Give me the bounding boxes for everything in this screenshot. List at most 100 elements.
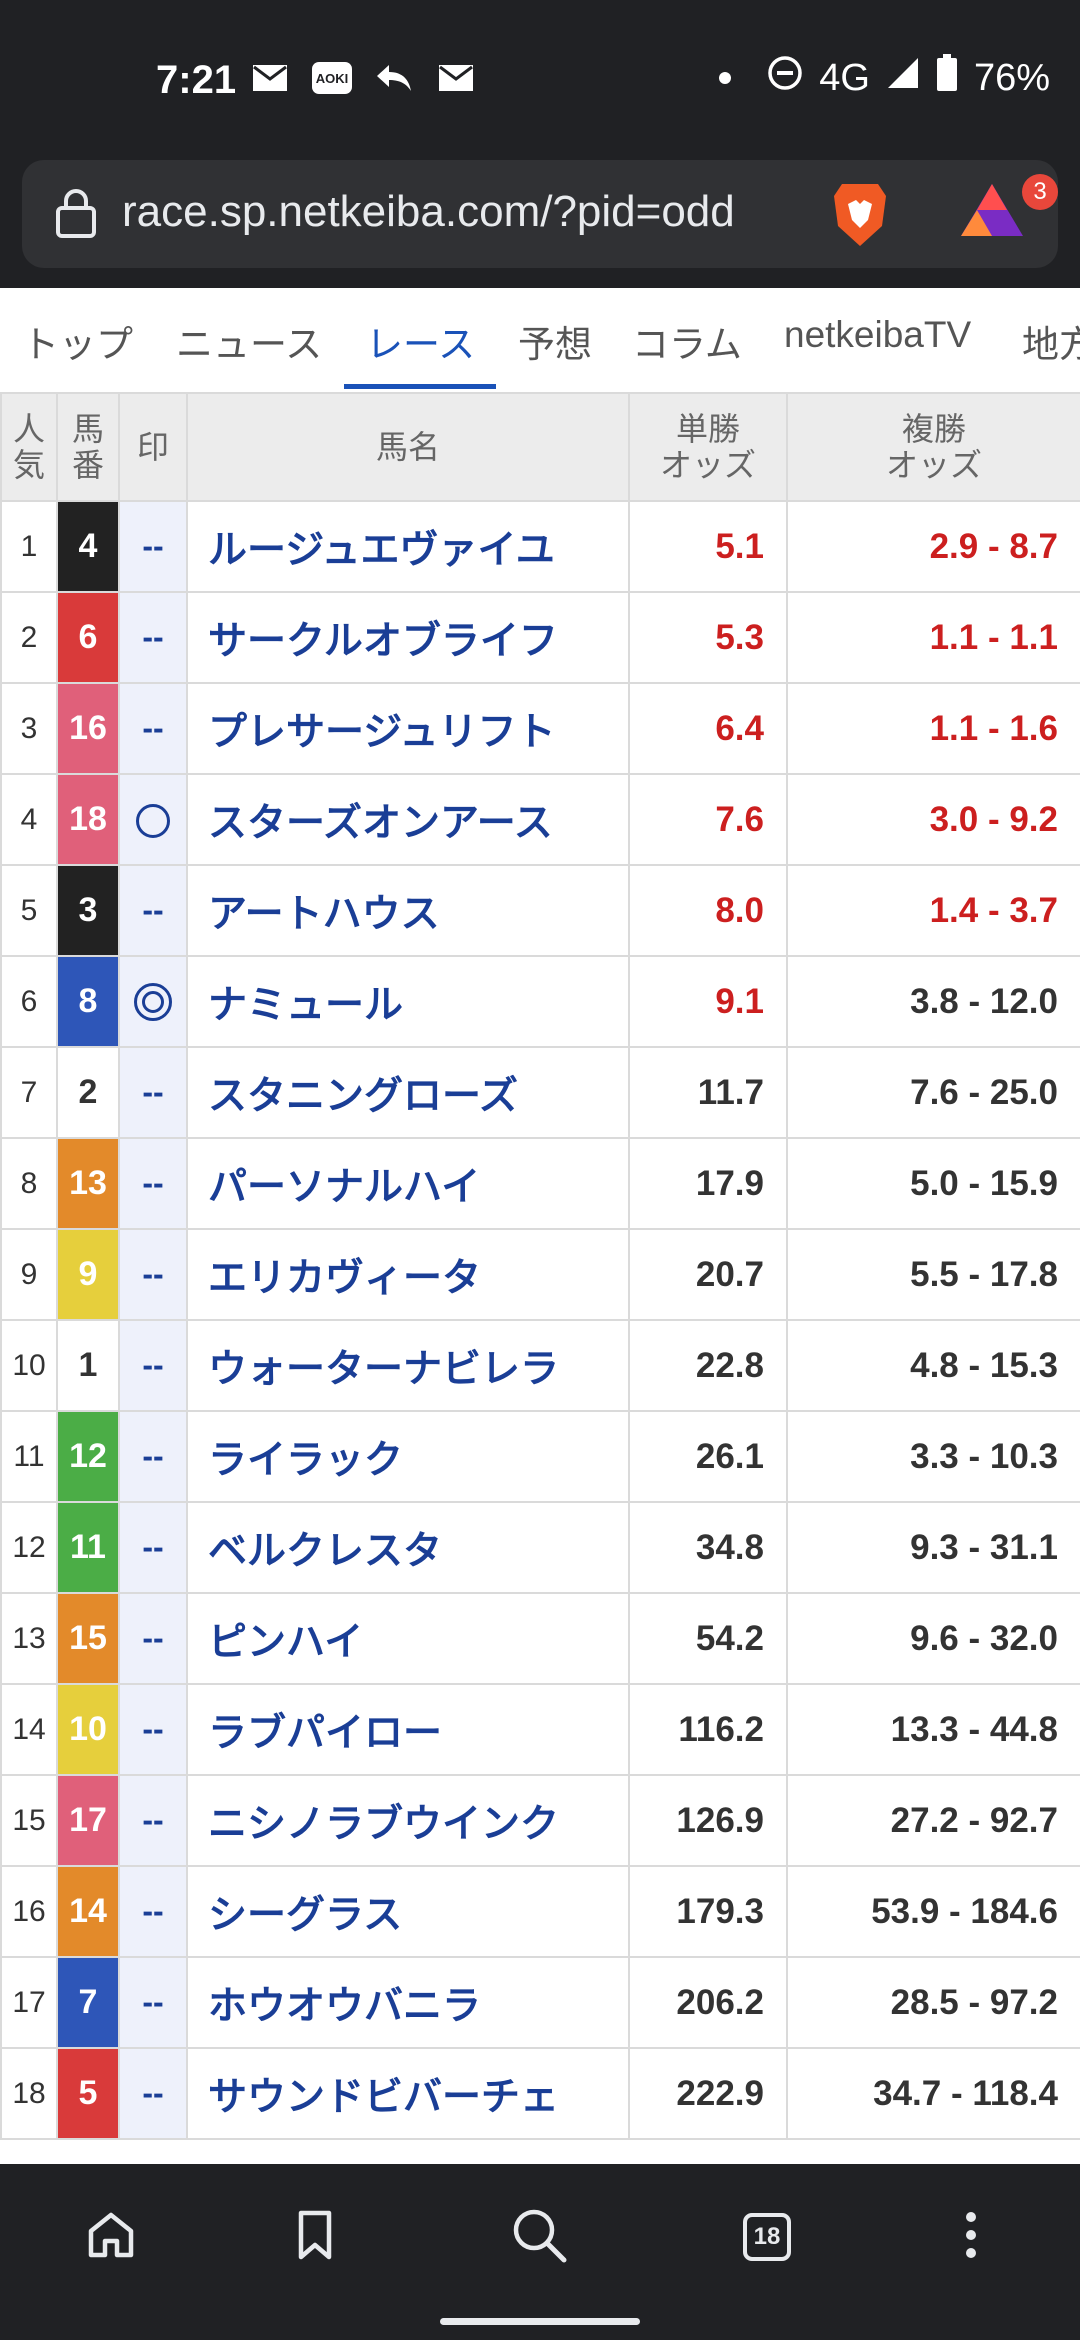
cell-mark[interactable] [118,773,188,866]
table-row[interactable]: 13 15 -- ピンハイ 54.2 9.6 - 32.0 [0,1592,1080,1685]
table-row[interactable]: 15 17 -- ニシノラブウインク 126.9 27.2 - 92.7 [0,1774,1080,1867]
header-place-odds[interactable]: 複勝 オッズ [786,392,1080,502]
horse-name-link[interactable]: サウンドビバーチェ [186,2047,630,2140]
table-header-row: 人 気 馬 番 印 馬名 単勝 オッズ 複勝 オッズ [0,392,1080,502]
horse-name-link[interactable]: プレサージュリフト [186,682,630,775]
dnd-icon [767,55,803,101]
tab-top[interactable]: トップ [22,314,133,368]
reply-icon [374,58,414,98]
horse-name-link[interactable]: ホウオウバニラ [186,1956,630,2049]
odds-table-container[interactable]: 人 気 馬 番 印 馬名 単勝 オッズ 複勝 オッズ 1 4 -- ルージュエヴァイユ… [0,392,1080,2164]
table-row[interactable]: 9 9 -- エリカヴィータ 20.7 5.5 - 17.8 [0,1228,1080,1321]
tabs-button[interactable]: 18 [732,2202,802,2272]
cell-place-odds: 2.9 - 8.7 [786,500,1080,593]
table-row[interactable]: 5 3 -- アートハウス 8.0 1.4 - 3.7 [0,864,1080,957]
table-row[interactable]: 11 12 -- ライラック 26.1 3.3 - 10.3 [0,1410,1080,1503]
cell-mark[interactable]: -- [118,864,188,957]
cell-win-odds: 34.8 [628,1501,788,1594]
table-row[interactable]: 14 10 -- ラブパイロー 116.2 13.3 - 44.8 [0,1683,1080,1776]
cell-mark[interactable]: -- [118,2047,188,2140]
table-row[interactable]: 2 6 -- サークルオブライフ 5.3 1.1 - 1.1 [0,591,1080,684]
table-row[interactable]: 17 7 -- ホウオウバニラ 206.2 28.5 - 97.2 [0,1956,1080,2049]
gesture-handle[interactable] [440,2318,640,2325]
header-win-odds[interactable]: 単勝 オッズ [628,392,788,502]
status-bar: 7:21 AOKI 4G 76% [0,0,1080,160]
horse-name-link[interactable]: ウォーターナビレラ [186,1319,630,1412]
horse-name-link[interactable]: アートハウス [186,864,630,957]
cell-ninki: 18 [0,2047,58,2140]
table-row[interactable]: 4 18 スターズオンアース 7.6 3.0 - 9.2 [0,773,1080,866]
brave-shields-icon[interactable] [830,180,890,255]
horse-name-link[interactable]: パーソナルハイ [186,1137,630,1230]
cell-mark[interactable] [118,955,188,1048]
horse-name-link[interactable]: ピンハイ [186,1592,630,1685]
horse-name-link[interactable]: ニシノラブウインク [186,1774,630,1867]
table-row[interactable]: 1 4 -- ルージュエヴァイユ 5.1 2.9 - 8.7 [0,500,1080,593]
header-place-label: 複勝 オッズ [885,411,982,483]
address-bar[interactable]: race.sp.netkeiba.com/?pid=odd 3 [22,160,1058,268]
horse-name-link[interactable]: スタニングローズ [186,1046,630,1139]
cell-mark[interactable]: -- [118,1592,188,1685]
table-row[interactable]: 16 14 -- シーグラス 179.3 53.9 - 184.6 [0,1865,1080,1958]
horse-name-link[interactable]: シーグラス [186,1865,630,1958]
network-type: 4G [819,56,870,99]
cell-umaban: 14 [56,1865,120,1958]
cell-mark[interactable]: -- [118,1046,188,1139]
cell-mark[interactable]: -- [118,1228,188,1321]
horse-name-link[interactable]: スターズオンアース [186,773,630,866]
cell-mark[interactable]: -- [118,500,188,593]
horse-name-link[interactable]: ベルクレスタ [186,1501,630,1594]
cell-ninki: 1 [0,500,58,593]
cell-umaban: 16 [56,682,120,775]
horse-name-link[interactable]: エリカヴィータ [186,1228,630,1321]
tab-netkeibatv[interactable]: netkeibaTV [784,314,971,356]
header-umaban[interactable]: 馬 番 [56,392,120,502]
mark-circle-icon [136,804,170,839]
table-row[interactable]: 18 5 -- サウンドビバーチェ 222.9 34.7 - 118.4 [0,2047,1080,2140]
cell-ninki: 6 [0,955,58,1048]
url-text[interactable]: race.sp.netkeiba.com/?pid=odd [122,187,822,237]
table-row[interactable]: 6 8 ナミュール 9.1 3.8 - 12.0 [0,955,1080,1048]
battery-icon [936,54,958,102]
horse-name-link[interactable]: ライラック [186,1410,630,1503]
tab-column[interactable]: コラム [632,314,742,368]
tab-yosou[interactable]: 予想 [518,314,592,368]
cell-win-odds: 20.7 [628,1228,788,1321]
header-ninki[interactable]: 人 気 [0,392,58,502]
cell-mark[interactable]: -- [118,1956,188,2049]
search-button[interactable] [504,2202,574,2272]
more-menu-button[interactable] [936,2202,1006,2272]
cell-mark[interactable]: -- [118,1501,188,1594]
table-row[interactable]: 8 13 -- パーソナルハイ 17.9 5.0 - 15.9 [0,1137,1080,1230]
cell-umaban: 3 [56,864,120,957]
active-tab-indicator [344,384,496,389]
cell-mark[interactable]: -- [118,591,188,684]
tab-race[interactable]: レース [366,314,475,368]
cell-win-odds: 17.9 [628,1137,788,1230]
tab-news[interactable]: ニュース [176,314,322,368]
cell-mark[interactable]: -- [118,1410,188,1503]
table-row[interactable]: 7 2 -- スタニングローズ 11.7 7.6 - 25.0 [0,1046,1080,1139]
cell-win-odds: 22.8 [628,1319,788,1412]
horse-name-link[interactable]: ナミュール [186,955,630,1048]
bookmark-button[interactable] [280,2202,350,2272]
site-nav-tabs: トップ ニュース レース 予想 コラム netkeibaTV 地方 [0,288,1080,393]
cell-mark[interactable]: -- [118,1865,188,1958]
cell-mark[interactable]: -- [118,1319,188,1412]
cell-mark[interactable]: -- [118,1137,188,1230]
lock-icon[interactable] [54,188,98,243]
cell-mark[interactable]: -- [118,1774,188,1867]
cell-mark[interactable]: -- [118,682,188,775]
brave-rewards-icon[interactable] [957,178,1027,247]
table-row[interactable]: 3 16 -- プレサージュリフト 6.4 1.1 - 1.6 [0,682,1080,775]
tab-chihou[interactable]: 地方 [1022,314,1080,368]
header-name: 馬名 [186,392,630,502]
horse-name-link[interactable]: サークルオブライフ [186,591,630,684]
cell-umaban: 5 [56,2047,120,2140]
horse-name-link[interactable]: ラブパイロー [186,1683,630,1776]
horse-name-link[interactable]: ルージュエヴァイユ [186,500,630,593]
table-row[interactable]: 12 11 -- ベルクレスタ 34.8 9.3 - 31.1 [0,1501,1080,1594]
home-button[interactable] [76,2202,146,2272]
table-row[interactable]: 10 1 -- ウォーターナビレラ 22.8 4.8 - 15.3 [0,1319,1080,1412]
cell-mark[interactable]: -- [118,1683,188,1776]
